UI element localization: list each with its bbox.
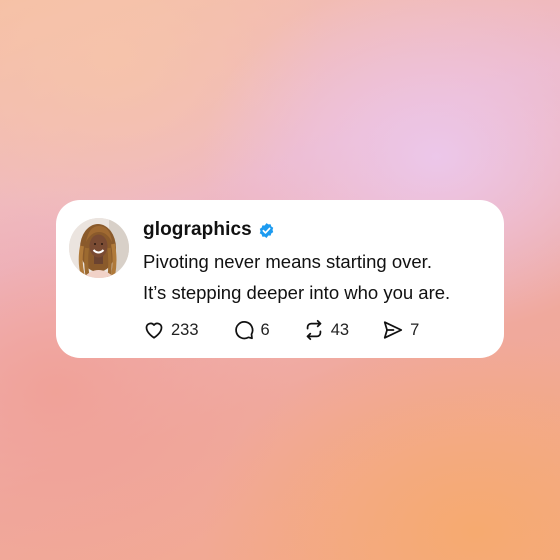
verified-badge-icon [258, 222, 275, 239]
post-card: glographics Pivoting never means startin… [56, 200, 504, 358]
avatar[interactable] [69, 218, 129, 278]
action-bar: 233 6 43 7 [143, 317, 419, 343]
post-body: Pivoting never means starting over. It’s… [143, 246, 493, 308]
comment-icon [233, 319, 255, 341]
like-button[interactable]: 233 [143, 319, 199, 341]
share-button[interactable]: 7 [382, 319, 419, 341]
comment-button[interactable]: 6 [233, 319, 270, 341]
like-count: 233 [171, 320, 199, 339]
repost-button[interactable]: 43 [303, 319, 349, 341]
post-text-line: It’s stepping deeper into who you are. [143, 282, 451, 303]
repost-icon [303, 319, 325, 341]
comment-count: 6 [260, 320, 270, 339]
share-icon [382, 319, 404, 341]
heart-icon [143, 319, 165, 341]
repost-count: 43 [330, 320, 350, 339]
username[interactable]: glographics [143, 219, 252, 241]
post-header: glographics [143, 216, 275, 244]
post-text-line: Pivoting never means starting over. [143, 251, 432, 272]
share-count: 7 [410, 320, 420, 339]
